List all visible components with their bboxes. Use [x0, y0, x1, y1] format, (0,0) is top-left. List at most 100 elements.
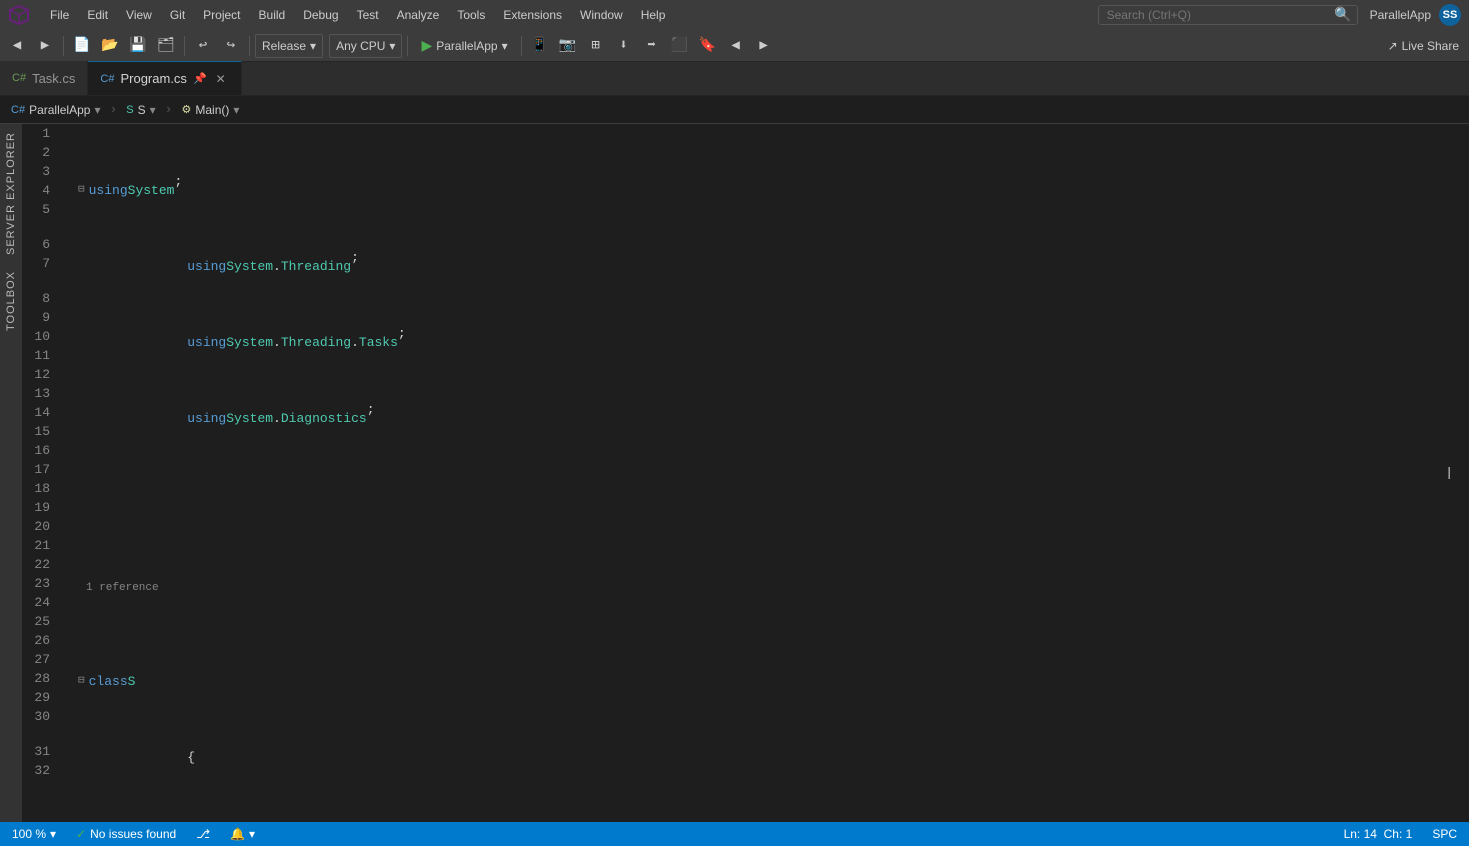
code-content: ⊟using System; using System.Threading; u…	[70, 124, 1469, 822]
status-bar: 100 % ▾ ✓ No issues found ⎇ 🔔 ▾ Ln: 14 C…	[0, 822, 1469, 846]
line-num-24: 24	[22, 593, 58, 612]
git-icon[interactable]: ⎇	[192, 822, 214, 846]
search-icon: 🔍	[1334, 7, 1351, 24]
bookmark-button[interactable]: 🔖	[695, 33, 721, 59]
tab-programcs[interactable]: C# Program.cs 📌 ✕	[88, 61, 241, 95]
user-avatar[interactable]: SS	[1439, 4, 1461, 26]
title-right: ParallelApp SS	[1370, 4, 1461, 26]
step-over-button[interactable]: ➡	[639, 33, 665, 59]
next-bookmark-button[interactable]: ▶	[751, 33, 777, 59]
line-num-20: 20	[22, 517, 58, 536]
line-num-10: 10	[22, 327, 58, 346]
line-num-18: 18	[22, 479, 58, 498]
line-col-indicator[interactable]: Ln: 14 Ch: 1	[1340, 822, 1417, 846]
save-all-button[interactable]: 🗂	[153, 33, 179, 59]
menu-debug[interactable]: Debug	[295, 6, 346, 24]
live-share-label: Live Share	[1402, 39, 1459, 53]
method-dropdown[interactable]: ⚙ Main() ▾	[174, 98, 246, 122]
line-num-7: 7	[22, 254, 58, 273]
redo-button[interactable]: ↪	[218, 33, 244, 59]
fold-icon-6[interactable]: ⊟	[78, 672, 85, 691]
forward-button[interactable]: ▶	[32, 33, 58, 59]
line-num-ref1	[22, 219, 58, 235]
undo-button[interactable]: ↩	[190, 33, 216, 59]
menu-project[interactable]: Project	[195, 6, 248, 24]
platform-chevron-icon: ▾	[389, 39, 395, 53]
play-icon: ▶	[421, 37, 432, 54]
line-num-9: 9	[22, 308, 58, 327]
issues-indicator[interactable]: ✓ No issues found	[72, 822, 180, 846]
search-input[interactable]	[1098, 5, 1358, 25]
class-chevron-icon: ▾	[150, 103, 156, 117]
encoding-indicator[interactable]: SPC	[1428, 822, 1461, 846]
menu-file[interactable]: File	[42, 6, 77, 24]
namespace-dropdown[interactable]: C# ParallelApp ▾	[4, 98, 107, 122]
step-into-button[interactable]: ⬇	[611, 33, 637, 59]
line-num-11: 11	[22, 346, 58, 365]
line-num-30: 30	[22, 707, 58, 726]
menu-analyze[interactable]: Analyze	[389, 6, 448, 24]
editor-area[interactable]: 1 2 3 4 5 6 7 8 9 10 11 12 13 14 15 16 1…	[22, 124, 1469, 822]
tab-close-programcs[interactable]: ✕	[213, 71, 229, 87]
line-num-32: 32	[22, 761, 58, 780]
line-num-23: 23	[22, 574, 58, 593]
run-button[interactable]: ▶ ParallelApp ▾	[413, 34, 515, 58]
line-num-ref3	[22, 726, 58, 742]
prev-bookmark-button[interactable]: ◀	[723, 33, 749, 59]
namespace-label: ParallelApp	[29, 103, 90, 117]
menu-git[interactable]: Git	[162, 6, 193, 24]
code-line-4: using System.Diagnostics;	[78, 409, 1469, 428]
open-button[interactable]: 📂	[97, 33, 123, 59]
menu-extensions[interactable]: Extensions	[495, 6, 570, 24]
menu-help[interactable]: Help	[633, 6, 674, 24]
zoom-chevron-icon: ▾	[50, 827, 56, 841]
main-layout: Server Explorer Toolbox 1 2 3 4 5 6 7 8 …	[0, 124, 1469, 822]
menu-edit[interactable]: Edit	[79, 6, 116, 24]
line-num-27: 27	[22, 650, 58, 669]
tab-taskcs[interactable]: C# Task.cs	[0, 61, 88, 95]
method-label: Main()	[195, 103, 229, 117]
menu-view[interactable]: View	[118, 6, 160, 24]
menu-window[interactable]: Window	[572, 6, 631, 24]
chevron-down-icon: ▾	[310, 39, 316, 53]
line-num-4: 4	[22, 181, 58, 200]
code-line-2: using System.Threading;	[78, 257, 1469, 276]
new-project-button[interactable]: 📄	[69, 33, 95, 59]
line-num-28: 28	[22, 669, 58, 688]
line-num-ref2	[22, 273, 58, 289]
line-num-1: 1	[22, 124, 58, 143]
platform-dropdown[interactable]: Any CPU ▾	[329, 34, 402, 58]
toolbox-label[interactable]: Toolbox	[1, 263, 21, 339]
menu-test[interactable]: Test	[349, 6, 387, 24]
screenshot-button[interactable]: 📷	[555, 33, 581, 59]
namespace-chevron-icon: ▾	[94, 103, 100, 117]
run-target-label: ParallelApp	[436, 39, 497, 53]
class-dropdown[interactable]: S S ▾	[119, 98, 162, 122]
zoom-control[interactable]: 100 % ▾	[8, 822, 60, 846]
toolbar-sep-4	[407, 36, 408, 56]
line-numbers: 1 2 3 4 5 6 7 8 9 10 11 12 13 14 15 16 1…	[22, 124, 70, 822]
line-num-3: 3	[22, 162, 58, 181]
breakpoint-button[interactable]: ⬛	[667, 33, 693, 59]
line-num-16: 16	[22, 441, 58, 460]
split-button[interactable]: ⊞	[583, 33, 609, 59]
line-num-15: 15	[22, 422, 58, 441]
class-label: S	[138, 103, 146, 117]
device-button[interactable]: 📱	[527, 33, 553, 59]
menu-bar: File Edit View Git Project Build Debug T…	[42, 6, 1086, 24]
line-num-17: 17	[22, 460, 58, 479]
status-right: Ln: 14 Ch: 1 SPC	[1340, 822, 1461, 846]
back-button[interactable]: ◀	[4, 33, 30, 59]
configuration-dropdown[interactable]: Release ▾	[255, 34, 323, 58]
server-explorer-label[interactable]: Server Explorer	[1, 124, 21, 263]
line-num-29: 29	[22, 688, 58, 707]
save-button[interactable]: 💾	[125, 33, 151, 59]
menu-build[interactable]: Build	[251, 6, 294, 24]
live-share-button[interactable]: ↗ Live Share	[1382, 37, 1465, 55]
fold-icon-1[interactable]: ⊟	[78, 181, 85, 200]
menu-tools[interactable]: Tools	[449, 6, 493, 24]
class-icon: S	[126, 104, 133, 116]
namespace-icon: C#	[11, 104, 25, 116]
notification-icon[interactable]: 🔔 ▾	[226, 822, 259, 846]
tab-label-programcs: Program.cs	[120, 71, 186, 86]
